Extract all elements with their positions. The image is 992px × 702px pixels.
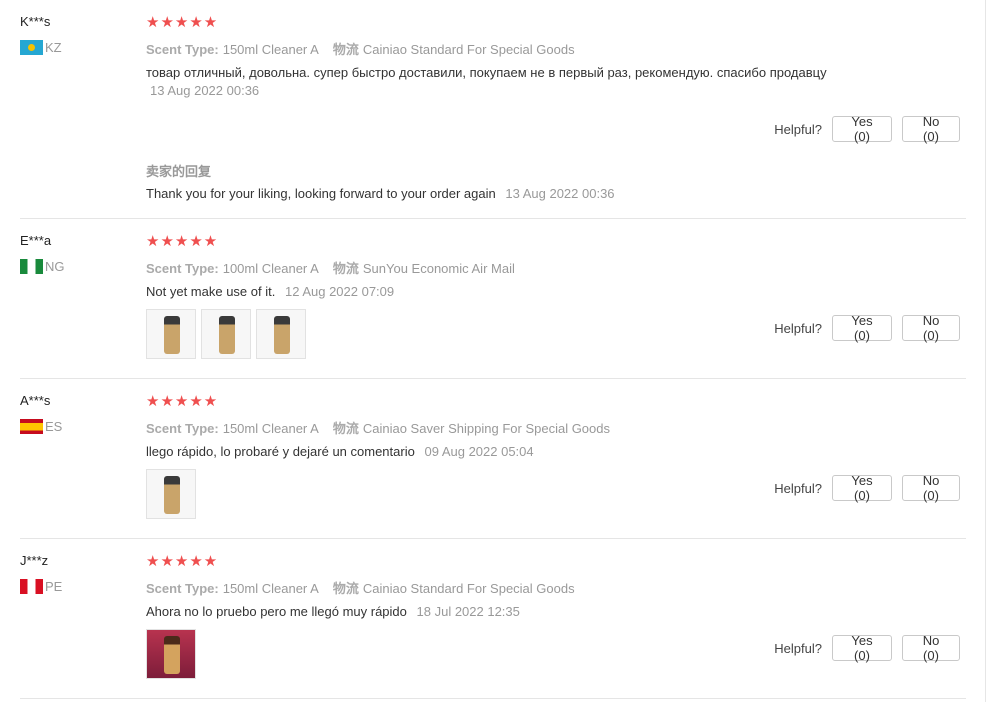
scent-type-key: Scent Type: [146, 261, 219, 276]
scent-type-value: 150ml Cleaner A [222, 581, 319, 596]
review-date: 09 Aug 2022 05:04 [424, 444, 534, 459]
review-photos [146, 469, 196, 519]
review-item: E***a NG ★★★★★ Scent Type: 100ml Cleaner … [20, 219, 966, 379]
review-text: llego rápido, lo probaré y dejaré un com… [146, 443, 906, 461]
scent-type-value: 150ml Cleaner A [222, 421, 319, 436]
helpful-yes-button[interactable]: Yes (0) [832, 114, 892, 144]
reviewer-name: K***s [20, 14, 51, 29]
review-photos [146, 629, 196, 679]
review-photos [146, 309, 306, 359]
review-photo-thumbnail[interactable] [146, 309, 196, 359]
scent-type-key: Scent Type: [146, 42, 219, 57]
order-info: Scent Type: 150ml Cleaner A 物流 Cainiao Stan… [146, 39, 575, 58]
seller-reply-body: Thank you for your liking, looking forwa… [146, 186, 496, 201]
review-photo-thumbnail[interactable] [146, 629, 196, 679]
helpful-no-button[interactable]: No (0) [902, 313, 960, 343]
review-item: K***s KZ ★★★★★ Scent Type: 150ml Cleaner … [20, 0, 966, 219]
country-code: ES [45, 419, 63, 434]
review-body: llego rápido, lo probaré y dejaré un com… [146, 444, 415, 459]
review-photo-thumbnail[interactable] [201, 309, 251, 359]
review-text: Ahora no lo pruebo pero me llegó muy ráp… [146, 603, 906, 621]
helpful-controls: Helpful? Yes (0) No (0) [774, 473, 960, 503]
helpful-label: Helpful? [774, 640, 822, 656]
logistics-key: 物流 [332, 581, 359, 596]
review-text: товар отличный, довольна. супер быстро д… [146, 64, 906, 100]
review-photo-thumbnail[interactable] [146, 469, 196, 519]
seller-reply: Thank you for your liking, looking forwa… [146, 186, 615, 201]
scent-type-key: Scent Type: [146, 581, 219, 596]
order-info: Scent Type: 150ml Cleaner A 物流 Cainiao Save… [146, 418, 610, 437]
review-date: 13 Aug 2022 00:36 [150, 83, 260, 98]
helpful-label: Helpful? [774, 121, 822, 137]
reviewer-country: NG [20, 259, 65, 274]
review-photo-thumbnail[interactable] [256, 309, 306, 359]
review-body: Not yet make use of it. [146, 284, 276, 299]
logistics-value: Cainiao Standard For Special Goods [362, 581, 575, 596]
review-list: K***s KZ ★★★★★ Scent Type: 150ml Cleaner … [0, 0, 986, 702]
seller-reply-title: 卖家的回复 [146, 164, 212, 179]
review-text: Not yet make use of it. 12 Aug 2022 07:0… [146, 283, 906, 301]
es-flag-icon [20, 419, 43, 434]
helpful-no-button[interactable]: No (0) [902, 473, 960, 503]
seller-reply-date: 13 Aug 2022 00:36 [505, 186, 615, 201]
helpful-no-button[interactable]: No (0) [902, 114, 960, 144]
country-code: PE [45, 579, 63, 594]
order-info: Scent Type: 100ml Cleaner A 物流 SunYou Econo… [146, 258, 515, 277]
ng-flag-icon [20, 259, 43, 274]
helpful-controls: Helpful? Yes (0) No (0) [774, 114, 960, 144]
helpful-no-button[interactable]: No (0) [902, 633, 960, 663]
reviewer-country: KZ [20, 40, 62, 55]
reviewer-country: PE [20, 579, 62, 594]
review-date: 18 Jul 2022 12:35 [416, 604, 520, 619]
star-rating: ★★★★★ [146, 233, 219, 250]
helpful-yes-button[interactable]: Yes (0) [832, 313, 892, 343]
review-date: 12 Aug 2022 07:09 [284, 284, 395, 299]
star-rating: ★★★★★ [146, 393, 219, 410]
review-item: A***s ES ★★★★★ Scent Type: 150ml Cleaner … [20, 379, 966, 539]
review-body: Ahora no lo pruebo pero me llegó muy ráp… [146, 604, 407, 619]
helpful-label: Helpful? [774, 480, 822, 496]
reviewer-name: A***s [20, 393, 51, 408]
kz-flag-icon [20, 40, 43, 55]
reviewer-name: E***a [20, 233, 52, 248]
order-info: Scent Type: 150ml Cleaner A 物流 Cainiao Stan… [146, 578, 575, 597]
logistics-value: SunYou Economic Air Mail [362, 261, 515, 276]
scent-type-key: Scent Type: [146, 421, 219, 436]
star-rating: ★★★★★ [146, 553, 219, 570]
star-rating: ★★★★★ [146, 14, 219, 31]
reviewer-name: J***z [20, 553, 49, 568]
review-item: J***z PE ★★★★★ Scent Type: 150ml Cleaner … [20, 539, 966, 699]
scent-type-value: 100ml Cleaner A [222, 261, 319, 276]
logistics-value: Cainiao Saver Shipping For Special Goods [362, 421, 610, 436]
logistics-key: 物流 [332, 42, 359, 57]
logistics-key: 物流 [332, 421, 359, 436]
reviewer-country: ES [20, 419, 62, 434]
logistics-key: 物流 [332, 261, 359, 276]
country-code: NG [45, 259, 65, 274]
helpful-controls: Helpful? Yes (0) No (0) [774, 633, 960, 663]
scent-type-value: 150ml Cleaner A [222, 42, 319, 57]
review-body: товар отличный, довольна. супер быстро д… [146, 65, 827, 80]
helpful-label: Helpful? [774, 320, 822, 336]
pe-flag-icon [20, 579, 43, 594]
country-code: KZ [45, 40, 62, 55]
logistics-value: Cainiao Standard For Special Goods [362, 42, 575, 57]
helpful-yes-button[interactable]: Yes (0) [832, 473, 892, 503]
helpful-controls: Helpful? Yes (0) No (0) [774, 313, 960, 343]
helpful-yes-button[interactable]: Yes (0) [832, 633, 892, 663]
